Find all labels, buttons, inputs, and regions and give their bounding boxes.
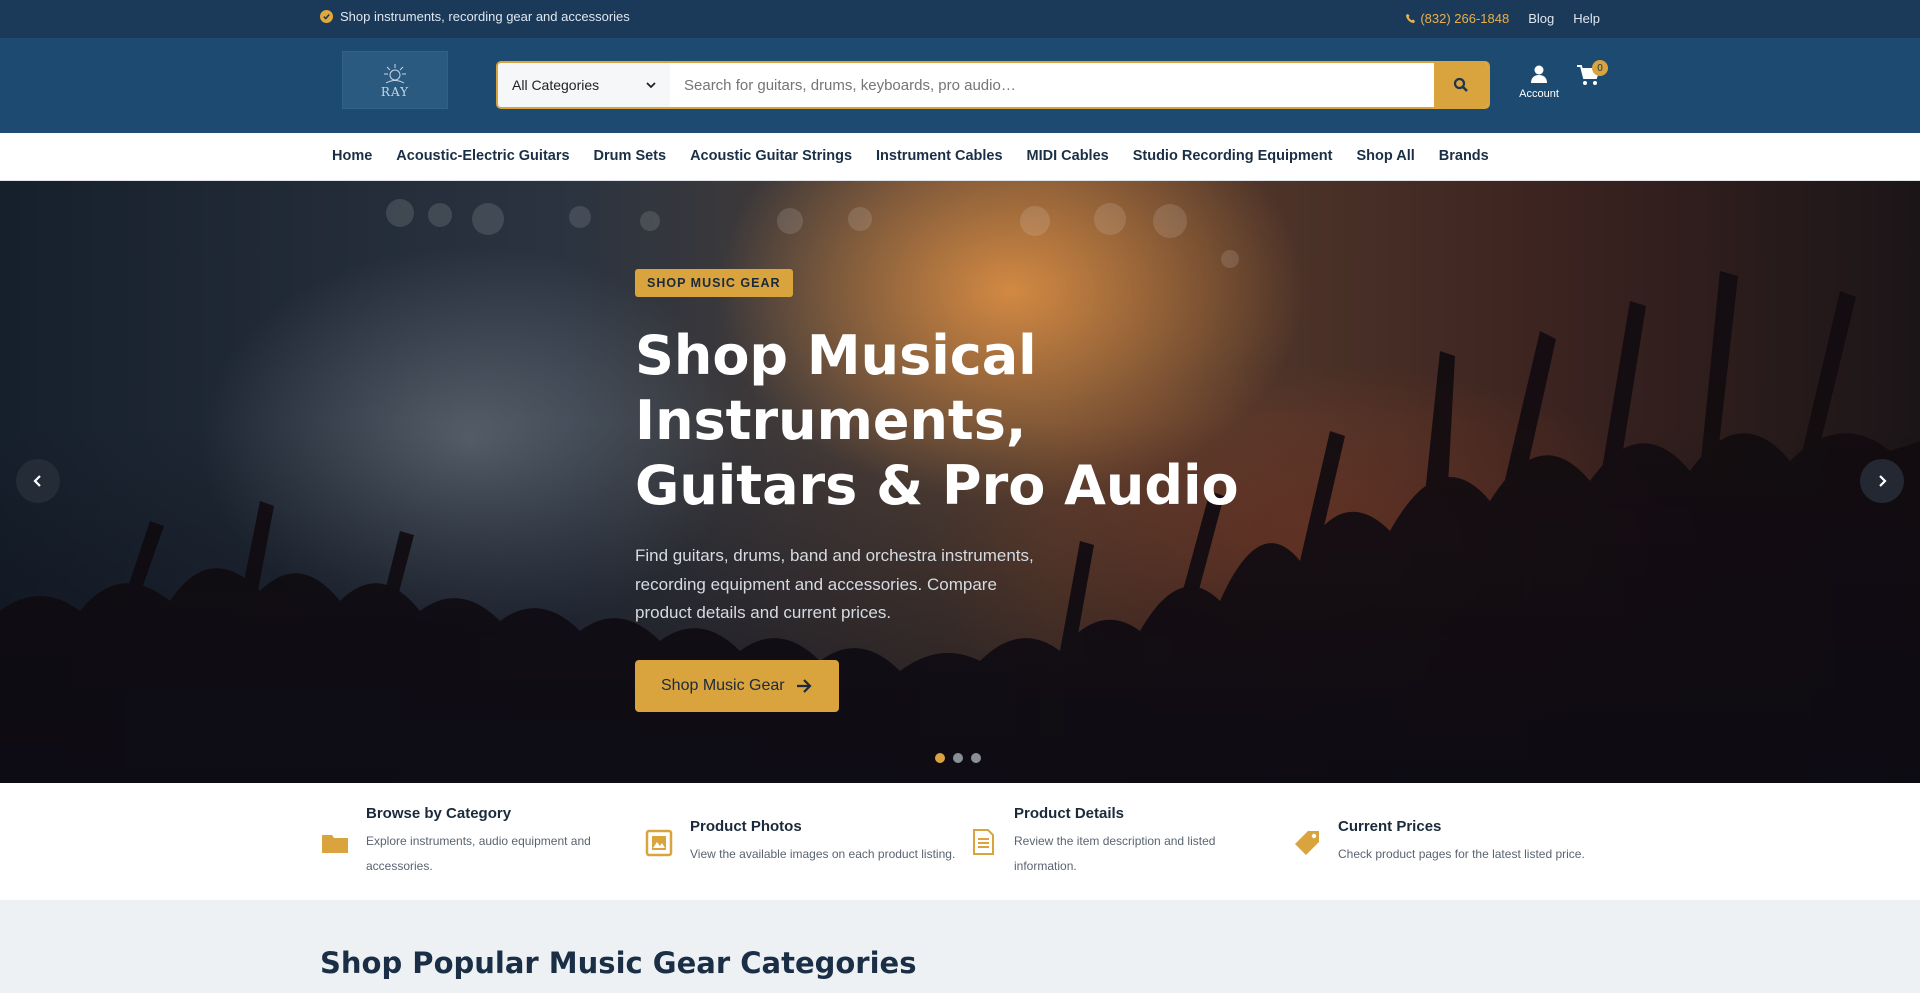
nav-item-acoustic-electric-guitars[interactable]: Acoustic-Electric Guitars [396, 148, 569, 164]
nav-item-studio-recording-equipment[interactable]: Studio Recording Equipment [1133, 148, 1333, 164]
site-header: RAY All Categories Account 0 [0, 38, 1920, 133]
feature-browse-by-category: Browse by Category Explore instruments, … [320, 805, 606, 879]
blog-link[interactable]: Blog [1528, 11, 1554, 26]
feature-product-details: Product Details Review the item descript… [968, 805, 1244, 879]
tag-icon [1295, 830, 1319, 855]
nav-item-home[interactable]: Home [332, 148, 372, 164]
hero-banner: SHOP MUSIC GEAR Shop Musical Instruments… [0, 181, 1920, 783]
chevron-right-icon [1879, 475, 1887, 487]
search-icon [1453, 77, 1468, 92]
popular-categories-section: Shop Popular Music Gear Categories [0, 900, 1920, 993]
logo-text: RAY [380, 85, 410, 99]
chevron-down-icon [646, 81, 656, 88]
hero-description: Find guitars, drums, band and orchestra … [635, 546, 1034, 622]
carousel-dot-1[interactable] [935, 753, 945, 763]
feature-current-prices: Current Prices Check product pages for t… [1292, 818, 1598, 867]
document-icon [973, 829, 994, 855]
search-button[interactable] [1434, 63, 1488, 107]
user-icon [1531, 65, 1547, 83]
phone-icon [1406, 13, 1416, 24]
category-select-value: All Categories [512, 77, 600, 93]
nav-item-shop-all[interactable]: Shop All [1357, 148, 1415, 164]
nav-item-midi-cables[interactable]: MIDI Cables [1027, 148, 1109, 164]
phone-link[interactable]: (832) 266-1848 [1405, 11, 1509, 26]
search-bar: All Categories [496, 61, 1490, 109]
feature-product-photos: Product Photos View the available images… [644, 818, 970, 867]
top-bar: Shop instruments, recording gear and acc… [0, 0, 1920, 38]
carousel-dots [935, 753, 981, 763]
site-logo[interactable]: RAY [342, 51, 448, 109]
feature-title: Browse by Category [366, 805, 512, 822]
feature-description: Explore instruments, audio equipment and… [366, 834, 591, 873]
hero-badge: SHOP MUSIC GEAR [635, 269, 793, 297]
tagline-text: Shop instruments, recording gear and acc… [340, 9, 630, 24]
category-select[interactable]: All Categories [498, 63, 670, 107]
cart-button[interactable]: 0 [1576, 60, 1608, 91]
shop-music-gear-button[interactable]: Shop Music Gear [635, 659, 839, 712]
image-icon [645, 829, 673, 856]
account-button[interactable]: Account [1514, 64, 1564, 100]
section-heading: Shop Popular Music Gear Categories [320, 946, 917, 980]
nav-item-brands[interactable]: Brands [1439, 148, 1489, 164]
carousel-next-button[interactable] [1860, 459, 1904, 503]
folder-icon [322, 835, 348, 853]
carousel-prev-button[interactable] [16, 459, 60, 503]
feature-description: Review the item description and listed i… [1014, 834, 1216, 873]
main-nav: Home Acoustic-Electric Guitars Drum Sets… [0, 133, 1920, 181]
nav-item-instrument-cables[interactable]: Instrument Cables [876, 148, 1003, 164]
feature-title: Product Details [1014, 805, 1125, 822]
sun-logo-icon [384, 64, 406, 84]
cart-count-badge: 0 [1592, 60, 1608, 76]
hero-content: SHOP MUSIC GEAR Shop Musical Instruments… [635, 269, 1275, 712]
cta-label: Shop Music Gear [661, 676, 785, 694]
feature-title: Product Photos [690, 818, 802, 835]
carousel-dot-2[interactable] [953, 753, 963, 763]
feature-description: View the available images on each produc… [690, 847, 956, 861]
search-input[interactable] [670, 63, 1434, 107]
help-link[interactable]: Help [1573, 11, 1600, 26]
feature-title: Current Prices [1338, 818, 1442, 835]
account-label: Account [1519, 88, 1559, 100]
check-circle-icon [320, 10, 333, 23]
tagline: Shop instruments, recording gear and acc… [320, 9, 630, 24]
nav-item-drum-sets[interactable]: Drum Sets [594, 148, 667, 164]
arrow-right-icon [796, 678, 812, 693]
hero-title: Shop Musical Instruments, Guitars & Pro … [635, 324, 1239, 517]
chevron-left-icon [33, 475, 41, 487]
features-strip: Browse by Category Explore instruments, … [0, 783, 1920, 900]
phone-number: (832) 266-1848 [1420, 11, 1510, 26]
nav-item-acoustic-guitar-strings[interactable]: Acoustic Guitar Strings [690, 148, 852, 164]
carousel-dot-3[interactable] [971, 753, 981, 763]
feature-description: Check product pages for the latest liste… [1338, 847, 1585, 861]
